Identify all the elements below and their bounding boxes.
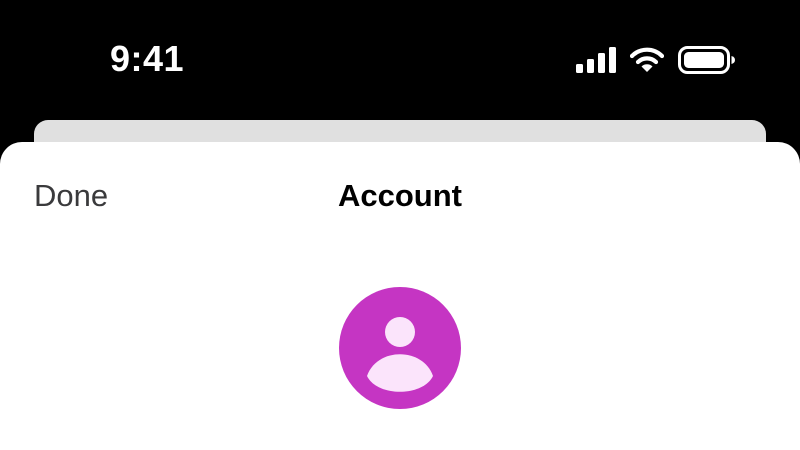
account-avatar[interactable] [339,287,461,409]
battery-icon [678,46,736,74]
status-icons [576,44,736,76]
account-sheet: Done Account [0,142,800,450]
sheet-title: Account [338,178,462,213]
wifi-icon [630,47,664,73]
cellular-signal-icon [576,47,616,73]
sheet-nav-bar: Done Account [0,142,800,254]
status-time: 9:41 [110,38,185,79]
done-button[interactable]: Done [34,178,108,214]
status-bar: 9:41 [0,0,800,120]
screen: 9:41 Done Account [0,0,800,450]
person-avatar-icon [339,287,461,409]
